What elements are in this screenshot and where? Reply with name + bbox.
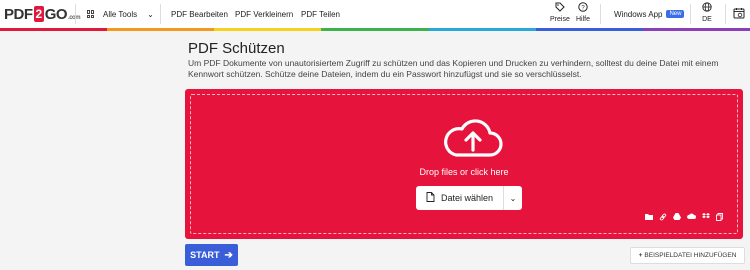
file-icon — [426, 192, 435, 204]
all-tools-menu[interactable]: Alle Tools ⌄ — [87, 0, 154, 28]
cloud-icon[interactable] — [687, 213, 696, 223]
page-description: Um PDF Dokumente von unautorisiertem Zug… — [188, 58, 719, 79]
start-button[interactable]: START ➔ — [185, 244, 238, 266]
pdf2go-logo[interactable]: PDF 2 GO .com — [4, 4, 81, 24]
logo-two: 2 — [33, 6, 44, 22]
price-tag-icon — [555, 2, 565, 16]
top-navigation: PDF 2 GO .com Alle Tools ⌄ PDF Bearbeite… — [0, 0, 750, 28]
help-circle-icon: ? — [578, 2, 588, 16]
page-title: PDF Schützen — [188, 40, 285, 57]
divider — [725, 4, 726, 24]
globe-icon — [702, 2, 712, 16]
logo-pdf: PDF — [4, 5, 33, 23]
add-sample-file-button[interactable]: + BEISPIELDATEI HINZUFÜGEN — [630, 247, 745, 264]
preise-link[interactable]: Preise — [550, 2, 570, 23]
drop-files-text: Drop files or click here — [419, 167, 509, 177]
folder-icon[interactable] — [645, 213, 653, 223]
plus-icon: + — [638, 252, 643, 259]
hilfe-link[interactable]: ? Hilfe — [576, 2, 590, 23]
dropbox-icon[interactable] — [702, 213, 710, 223]
divider — [75, 4, 76, 24]
brand-color-stripe — [0, 28, 750, 31]
preise-label: Preise — [550, 16, 570, 23]
nav-pdf-teilen[interactable]: PDF Teilen — [301, 0, 340, 28]
history-icon — [733, 7, 745, 23]
upload-source-icons — [645, 213, 723, 223]
file-dropzone[interactable]: Drop files or click here Datei wählen ⌄ — [185, 89, 743, 239]
logo-go: GO — [44, 5, 68, 23]
choose-file-button[interactable]: Datei wählen — [416, 186, 504, 210]
arrow-right-icon: ➔ — [224, 249, 233, 261]
dropzone-border: Drop files or click here Datei wählen ⌄ — [190, 94, 738, 234]
chevron-down-icon: ⌄ — [147, 9, 154, 19]
grid-icon — [87, 10, 95, 18]
language-label: DE — [702, 16, 712, 23]
choose-file-button-group: Datei wählen ⌄ — [416, 186, 522, 210]
start-label: START — [190, 250, 220, 260]
history-button[interactable] — [733, 7, 745, 23]
cloud-upload-icon — [440, 119, 504, 159]
chevron-down-icon: ⌄ — [509, 193, 517, 203]
link-icon[interactable] — [659, 213, 667, 223]
language-selector[interactable]: DE — [702, 2, 712, 23]
nav-pdf-bearbeiten[interactable]: PDF Bearbeiten — [171, 0, 228, 28]
windows-app-label: Windows App — [614, 9, 663, 19]
nav-pdf-verkleinern[interactable]: PDF Verkleinern — [235, 0, 293, 28]
all-tools-label: Alle Tools — [103, 9, 138, 19]
google-drive-icon[interactable] — [673, 213, 681, 223]
divider — [160, 4, 161, 24]
divider — [600, 4, 601, 24]
copy-icon[interactable] — [716, 213, 723, 223]
sample-file-label: BEISPIELDATEI HINZUFÜGEN — [644, 252, 737, 259]
divider — [690, 4, 691, 24]
choose-source-dropdown[interactable]: ⌄ — [504, 194, 522, 203]
windows-app-link[interactable]: Windows App New — [614, 0, 685, 28]
choose-file-label: Datei wählen — [440, 193, 494, 203]
hilfe-label: Hilfe — [576, 16, 591, 23]
new-badge: New — [666, 10, 685, 18]
